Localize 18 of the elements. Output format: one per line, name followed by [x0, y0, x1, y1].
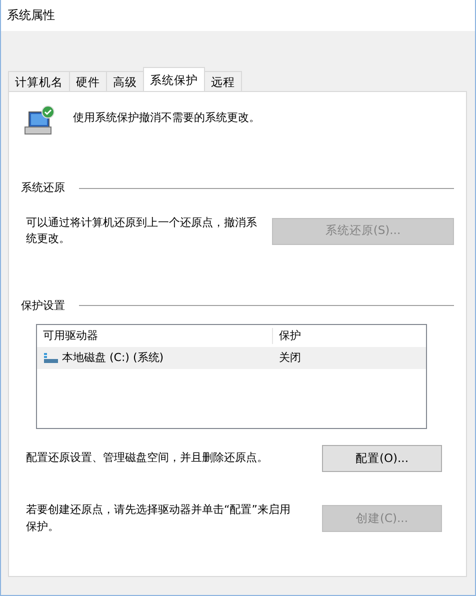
group-heading: 保护设置: [21, 298, 65, 314]
tab[interactable]: 系统保护: [143, 67, 205, 91]
tab[interactable]: 远程: [204, 71, 242, 91]
tab[interactable]: 计算机名: [8, 71, 70, 91]
column-header: 可用驱动器: [37, 328, 273, 344]
table-cell-text: 本地磁盘 (C:) (系统): [62, 350, 164, 366]
window-title: 系统属性: [7, 8, 55, 22]
list-row[interactable]: 本地磁盘 (C:) (系统) 关闭: [37, 347, 426, 369]
drive-icon: [43, 352, 59, 364]
description-text: 配置还原设置、管理磁盘空间，并且删除还原点。: [26, 450, 269, 466]
computer-shield-icon: [23, 104, 57, 136]
configure-button[interactable]: 配置(O)...: [322, 445, 442, 472]
table-cell-text: 关闭: [278, 350, 301, 366]
description-text: 可以通过将计算机还原到上一个还原点，撤消系统更改。: [26, 214, 258, 247]
group-heading: 系统还原: [21, 180, 65, 196]
column-header: 保护: [278, 328, 301, 344]
description-text: 若要创建还原点，请先选择驱动器并单击“配置”来启用保护。: [26, 502, 292, 534]
intro-text: 使用系统保护撤消不需要的系统更改。: [73, 110, 260, 126]
